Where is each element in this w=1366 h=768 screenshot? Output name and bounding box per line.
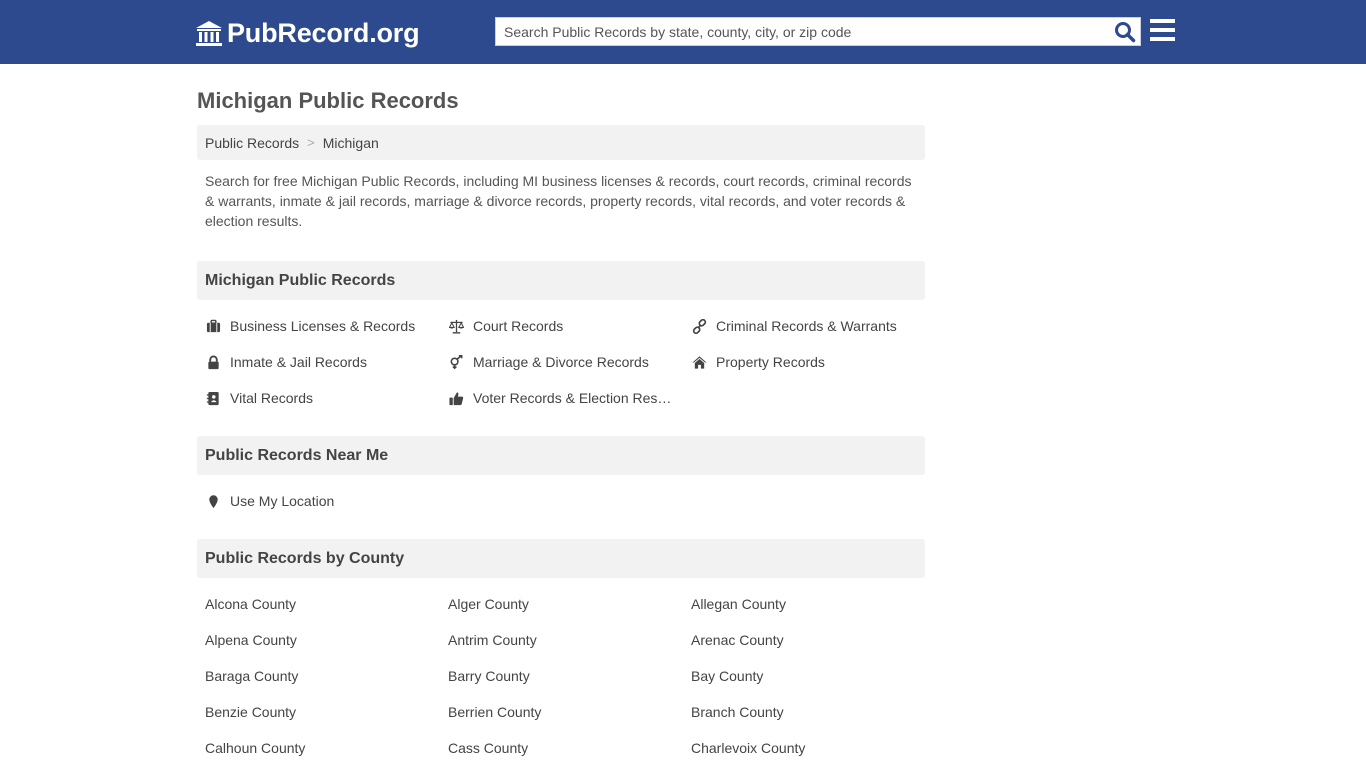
record-type-link[interactable]: Business Licenses & Records [230,318,415,334]
record-type-item[interactable]: Business Licenses & Records [205,308,448,344]
county-item[interactable]: Barry County [448,658,691,694]
county-link[interactable]: Cass County [448,740,528,756]
breadcrumb-michigan[interactable]: Michigan [323,135,379,151]
briefcase-icon [205,318,222,334]
record-type-item[interactable]: Court Records [448,308,691,344]
county-link[interactable]: Benzie County [205,704,296,720]
county-link[interactable]: Arenac County [691,632,784,648]
record-type-item[interactable]: Criminal Records & Warrants [691,308,933,344]
use-my-location-item[interactable]: Use My Location [205,483,448,519]
county-link[interactable]: Branch County [691,704,784,720]
thumbs-up-icon [448,390,465,406]
breadcrumb: Public Records > Michigan [197,125,925,160]
courthouse-icon [196,21,222,46]
record-type-item[interactable]: Inmate & Jail Records [205,344,448,380]
search-box [495,17,1141,46]
record-type-item[interactable]: Voter Records & Election Results [448,380,691,416]
county-item[interactable]: Bay County [691,658,933,694]
county-link[interactable]: Antrim County [448,632,537,648]
search-input[interactable] [496,18,1106,45]
record-type-link[interactable]: Court Records [473,318,563,334]
scale-icon [448,318,465,334]
county-item[interactable]: Calhoun County [205,730,448,766]
home-icon [691,354,708,370]
county-item[interactable]: Allegan County [691,586,933,622]
lock-icon [205,354,222,370]
hamburger-menu-icon[interactable] [1150,19,1175,41]
record-type-item[interactable]: Property Records [691,344,933,380]
county-link[interactable]: Bay County [691,668,763,684]
record-type-item[interactable]: Marriage & Divorce Records [448,344,691,380]
county-link[interactable]: Alger County [448,596,529,612]
near-me-heading: Public Records Near Me [197,436,925,475]
record-types-heading: Michigan Public Records [197,261,925,300]
use-my-location-link[interactable]: Use My Location [230,493,334,509]
page-title: Michigan Public Records [197,88,459,113]
county-item[interactable]: Cass County [448,730,691,766]
county-item[interactable]: Benzie County [205,694,448,730]
near-me-list: Use My Location [197,475,925,519]
site-logo[interactable]: PubRecord.org [195,17,420,49]
county-item[interactable]: Antrim County [448,622,691,658]
logo-text: PubRecord.org [227,17,420,48]
record-type-link[interactable]: Marriage & Divorce Records [473,354,649,370]
record-type-link[interactable]: Voter Records & Election Results [473,390,673,406]
county-link[interactable]: Allegan County [691,596,786,612]
record-type-item[interactable]: Vital Records [205,380,448,416]
address-book-icon [205,390,222,406]
county-item[interactable]: Arenac County [691,622,933,658]
county-item[interactable]: Berrien County [448,694,691,730]
county-item[interactable]: Alcona County [205,586,448,622]
top-navbar: PubRecord.org [0,0,1366,64]
record-type-link[interactable]: Inmate & Jail Records [230,354,367,370]
map-marker-icon [205,493,222,509]
county-item[interactable]: Alpena County [205,622,448,658]
county-link[interactable]: Barry County [448,668,530,684]
county-item[interactable]: Baraga County [205,658,448,694]
county-item[interactable]: Alger County [448,586,691,622]
breadcrumb-public-records[interactable]: Public Records [205,135,299,151]
county-item[interactable]: Charlevoix County [691,730,933,766]
county-link[interactable]: Charlevoix County [691,740,805,756]
search-icon[interactable] [1114,21,1136,43]
county-list: Alcona County Alger County Allegan Count… [197,578,925,766]
link-icon [691,318,708,334]
county-item[interactable]: Branch County [691,694,933,730]
record-types-list: Business Licenses & Records Court Record… [197,300,925,416]
county-link[interactable]: Alcona County [205,596,296,612]
counties-heading: Public Records by County [197,539,925,578]
main-content: Michigan Public Records Public Records >… [197,64,925,766]
record-type-link[interactable]: Property Records [716,354,825,370]
record-type-link[interactable]: Criminal Records & Warrants [716,318,897,334]
record-type-link[interactable]: Vital Records [230,390,313,406]
county-link[interactable]: Baraga County [205,668,298,684]
county-link[interactable]: Alpena County [205,632,297,648]
breadcrumb-separator: > [307,135,315,150]
intro-text: Search for free Michigan Public Records,… [205,173,912,229]
gender-icon [448,354,465,370]
county-link[interactable]: Berrien County [448,704,541,720]
county-link[interactable]: Calhoun County [205,740,305,756]
